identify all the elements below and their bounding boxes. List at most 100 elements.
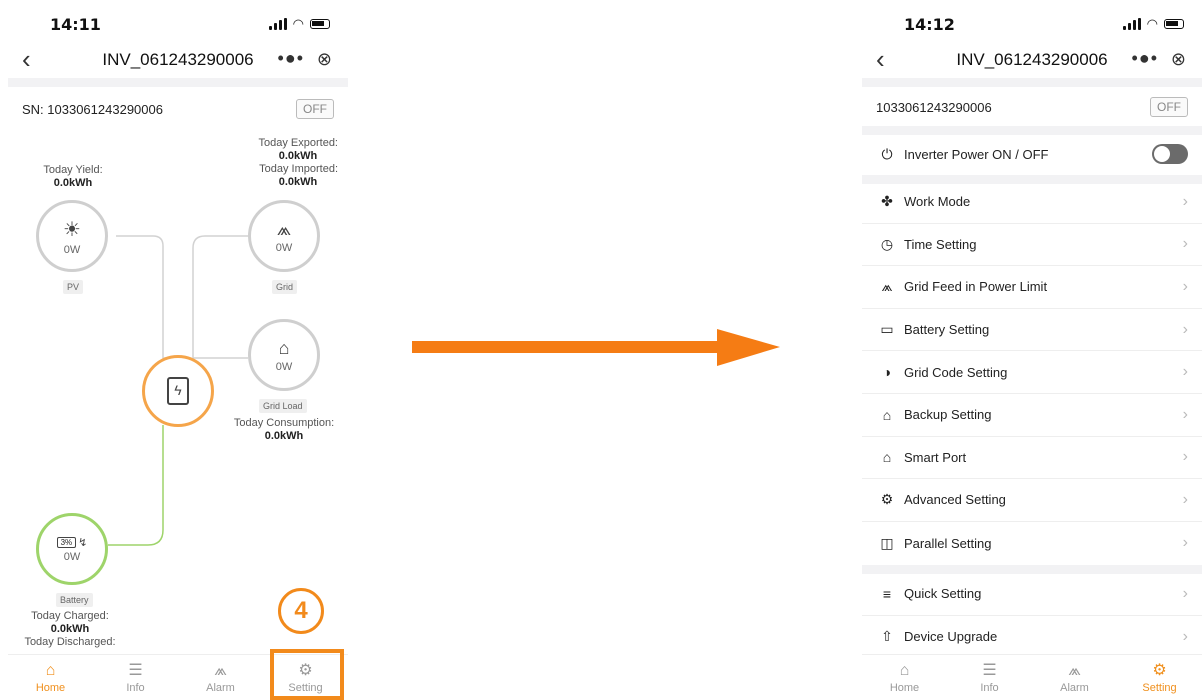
backup-icon: ⌂: [882, 406, 892, 423]
power-row: ⏻ Inverter Power ON / OFF: [862, 133, 1202, 176]
tab-setting[interactable]: ⚙ Setting: [263, 655, 348, 700]
tab-info[interactable]: ☰ Info: [947, 655, 1032, 700]
load-node[interactable]: ⌂ 0W: [248, 319, 320, 391]
chevron-right-icon: ›: [1182, 363, 1188, 381]
today-consumption: Today Consumption: 0.0kWh: [228, 417, 340, 443]
clock-icon: ◷: [880, 235, 894, 252]
today-yield-value: 0.0kWh: [53, 177, 93, 189]
alarm-icon: ⩕: [1068, 661, 1081, 679]
sn-row: 1033061243290006 OFF: [862, 87, 1202, 127]
home-icon: ⌂: [45, 661, 56, 679]
status-icons: ◠: [1122, 16, 1184, 32]
today-consumption-label: Today Consumption:: [233, 417, 335, 429]
menu-battery-setting[interactable]: ▭ Battery Setting ›: [862, 309, 1202, 352]
today-charged-value: 0.0kWh: [50, 623, 90, 635]
tab-label: Setting: [1142, 681, 1177, 694]
gear-icon: ⚙: [1152, 661, 1167, 679]
menu-work-mode[interactable]: ✤ Work Mode ›: [862, 181, 1202, 224]
parallel-icon: ◫: [880, 534, 894, 551]
tab-home[interactable]: ⌂ Home: [8, 655, 93, 700]
menu-grid-code-setting[interactable]: ◑ Grid Code Setting ›: [862, 351, 1202, 394]
home-load-icon: ⌂: [278, 337, 290, 358]
power-toggle-label: Inverter Power ON / OFF: [904, 146, 1049, 162]
home-screen: 14:11 ◠ ‹ INV_061243290006 •●• ⊗ SN: 103…: [8, 0, 348, 700]
wifi-icon: ◠: [1146, 16, 1158, 31]
menu-label: Backup Setting: [904, 407, 992, 423]
chevron-right-icon: ›: [1182, 584, 1188, 602]
off-button[interactable]: OFF: [1150, 97, 1188, 117]
tab-bar: ⌂ Home ☰ Info ⩕ Alarm ⚙ Setting: [8, 654, 348, 700]
chevron-right-icon: ›: [1182, 192, 1188, 210]
today-yield: Today Yield: 0.0kWh: [28, 164, 118, 190]
chevron-right-icon: ›: [1182, 277, 1188, 295]
info-icon: ☰: [128, 661, 143, 679]
menu-advanced-setting[interactable]: ⚙ Advanced Setting ›: [862, 479, 1202, 522]
today-imported-value: 0.0kWh: [278, 176, 318, 188]
alarm-icon: ⩕: [214, 661, 227, 679]
tab-home[interactable]: ⌂ Home: [862, 655, 947, 700]
battery-status-icon: [1164, 19, 1184, 29]
info-icon: ☰: [982, 661, 997, 679]
tab-label: Info: [126, 681, 145, 694]
chevron-right-icon: ›: [1182, 405, 1188, 423]
inverter-power-toggle-row[interactable]: ⏻ Inverter Power ON / OFF: [862, 133, 1202, 176]
chevron-right-icon: ›: [1182, 534, 1188, 552]
today-consumption-value: 0.0kWh: [264, 430, 304, 442]
today-exported-value: 0.0kWh: [278, 150, 318, 162]
settings-menu: ✤ Work Mode › ◷ Time Setting › ⩕ Grid Feed in…: [862, 181, 1202, 564]
menu-backup-setting[interactable]: ⌂ Backup Setting ›: [862, 394, 1202, 437]
tab-bar: ⌂ Home ☰ Info ⩕ Alarm ⚙ Setting: [862, 654, 1202, 700]
load-tag: Grid Load: [259, 399, 307, 413]
tab-alarm[interactable]: ⩕ Alarm: [178, 655, 263, 700]
inverter-node[interactable]: ϟ: [142, 355, 214, 427]
tab-label: Setting: [288, 681, 323, 694]
today-charged-label: Today Charged:: [31, 610, 109, 622]
gear-icon: ⚙: [298, 661, 313, 679]
settings-screen: 14:12 ◠ ‹ INV_061243290006 •●• ⊗ 1033061…: [862, 0, 1202, 700]
tab-info[interactable]: ☰ Info: [93, 655, 178, 700]
today-exported-label: Today Exported:: [258, 137, 339, 149]
menu-parallel-setting[interactable]: ◫ Parallel Setting ›: [862, 522, 1202, 565]
battery-node[interactable]: 3% ↯ 0W: [36, 513, 108, 585]
menu-label: Work Mode: [904, 194, 971, 210]
tab-label: Alarm: [1060, 681, 1089, 694]
tab-label: Alarm: [206, 681, 235, 694]
close-icon[interactable]: ⊗: [1171, 49, 1186, 70]
settings-menu-2: ≡ Quick Setting › ⇧ Device Upgrade ›: [862, 573, 1202, 658]
grid-power: 0W: [275, 241, 293, 254]
chevron-right-icon: ›: [1182, 235, 1188, 253]
menu-grid-feed-limit[interactable]: ⩕ Grid Feed in Power Limit ›: [862, 266, 1202, 309]
more-icon[interactable]: •●•: [1132, 48, 1158, 69]
menu-device-upgrade[interactable]: ⇧ Device Upgrade ›: [862, 616, 1202, 659]
tab-setting[interactable]: ⚙ Setting: [1117, 655, 1202, 700]
tab-alarm[interactable]: ⩕ Alarm: [1032, 655, 1117, 700]
upgrade-icon: ⇧: [881, 628, 893, 645]
grid-node[interactable]: ⩕ 0W: [248, 200, 320, 272]
tab-label: Home: [889, 681, 920, 694]
pv-power: 0W: [63, 243, 81, 256]
work-mode-icon: ✤: [881, 193, 893, 210]
tab-label: Info: [980, 681, 999, 694]
battery-tag: Battery: [56, 593, 93, 607]
grid-tower-icon: ⩕: [276, 218, 292, 239]
power-toggle[interactable]: [1152, 144, 1188, 165]
menu-time-setting[interactable]: ◷ Time Setting ›: [862, 224, 1202, 267]
home-icon: ⌂: [899, 661, 910, 679]
menu-smart-port[interactable]: ⌂ Smart Port ›: [862, 437, 1202, 480]
grid-code-icon: ◑: [882, 364, 892, 381]
pv-tag: PV: [63, 280, 84, 294]
battery-power: 0W: [63, 550, 81, 563]
chevron-right-icon: ›: [1182, 490, 1188, 508]
pv-node[interactable]: ☀ 0W: [36, 200, 108, 272]
chevron-right-icon: ›: [1182, 448, 1188, 466]
chevron-right-icon: ›: [1182, 627, 1188, 645]
battery-percent: 3%: [56, 536, 77, 548]
menu-label: Time Setting: [904, 236, 977, 252]
tab-label: Home: [35, 681, 66, 694]
serial-number: 1033061243290006: [876, 99, 992, 115]
menu-label: Smart Port: [904, 449, 967, 465]
status-time: 14:12: [904, 15, 955, 34]
grid-tag: Grid: [272, 280, 298, 294]
menu-label: Device Upgrade: [904, 629, 998, 645]
menu-quick-setting[interactable]: ≡ Quick Setting ›: [862, 573, 1202, 616]
